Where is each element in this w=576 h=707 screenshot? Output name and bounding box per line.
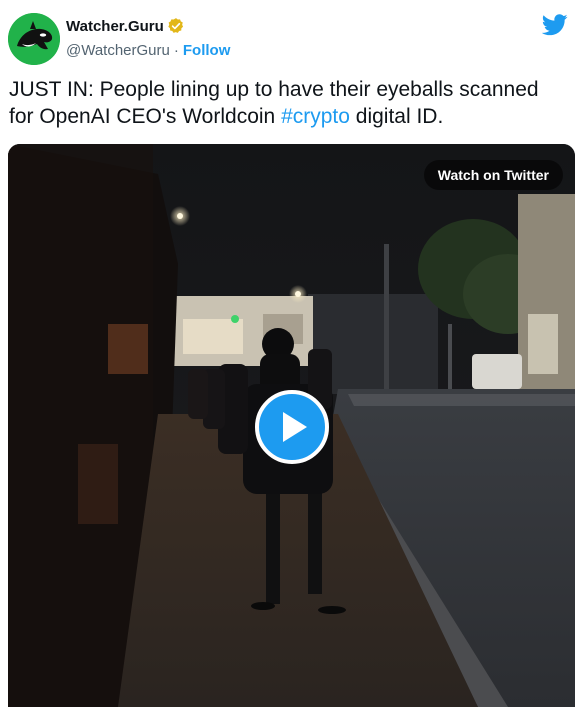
- tweet-text-body: JUST IN: People lining up to have their …: [9, 78, 539, 128]
- tweet-header: Watcher.Guru @WatcherGuru · Follow: [8, 10, 568, 66]
- display-name[interactable]: Watcher.Guru: [66, 18, 164, 35]
- twitter-bird-icon[interactable]: [542, 14, 568, 36]
- display-name-row: Watcher.Guru: [66, 16, 230, 36]
- tweet-text: JUST IN: People lining up to have their …: [9, 76, 565, 130]
- watch-on-twitter-button[interactable]: Watch on Twitter: [423, 160, 563, 190]
- hashtag-link[interactable]: #crypto: [281, 105, 350, 128]
- avatar[interactable]: [8, 13, 60, 65]
- tweet-text-end: digital ID.: [349, 105, 444, 128]
- author-names: Watcher.Guru @WatcherGuru · Follow: [66, 16, 230, 60]
- orca-logo-icon: [8, 13, 60, 65]
- follow-button[interactable]: Follow: [183, 42, 231, 59]
- author-handle[interactable]: @WatcherGuru: [66, 42, 170, 59]
- video-player[interactable]: Watch on Twitter: [8, 144, 575, 707]
- handle-row: @WatcherGuru · Follow: [66, 40, 230, 60]
- verified-badge-icon: [168, 18, 183, 33]
- play-icon: [283, 412, 307, 442]
- tweet-card: Watcher.Guru @WatcherGuru · Follow JUST …: [0, 0, 576, 707]
- play-button[interactable]: [255, 390, 329, 464]
- separator-dot: ·: [173, 41, 179, 59]
